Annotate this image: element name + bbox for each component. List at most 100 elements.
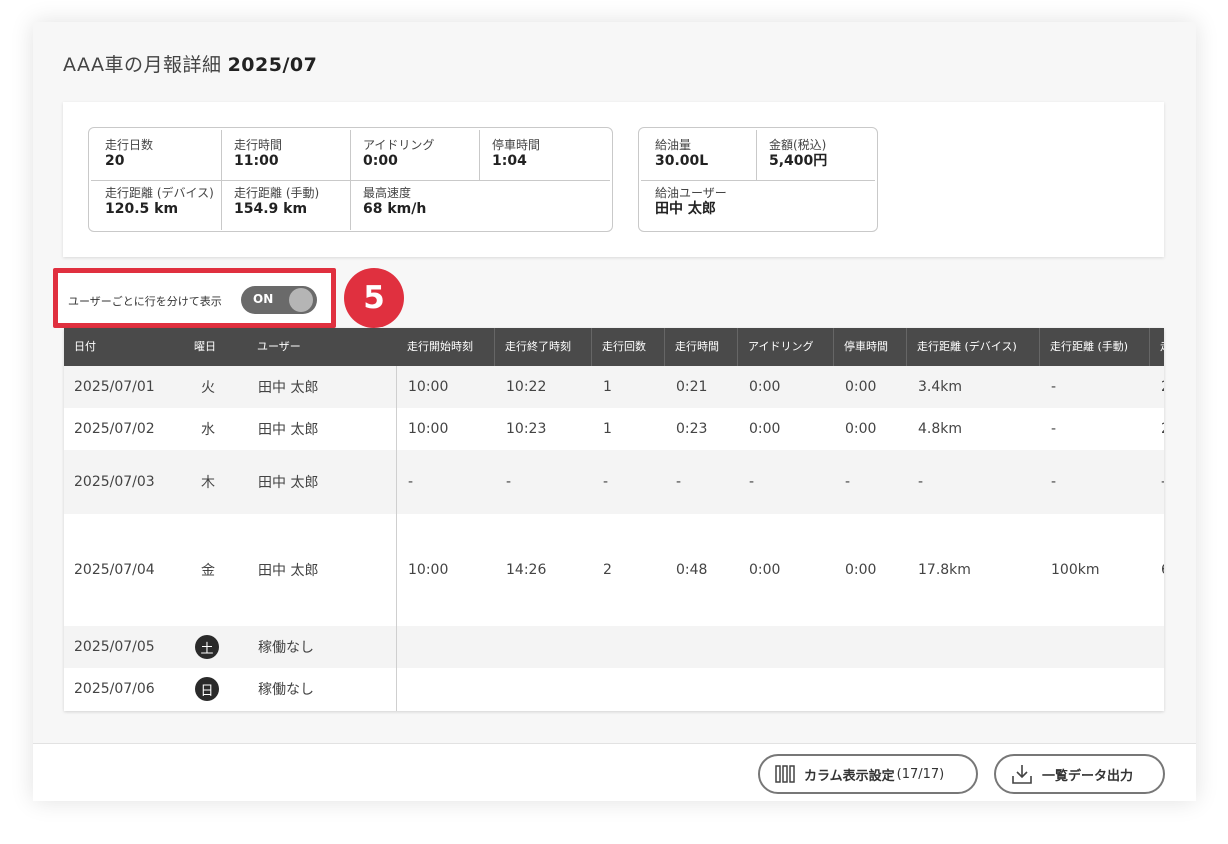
columns-icon: [775, 765, 795, 783]
data-cell: 0:00: [845, 421, 877, 437]
data-cell: 0:48: [676, 562, 708, 578]
page-title: AAA車の月報詳細 2025/07: [63, 50, 317, 77]
data-cell: 10:00: [408, 379, 449, 395]
column-header: ユーザー: [257, 340, 301, 353]
data-cell: -: [749, 474, 755, 490]
footer-bar: カラム表示設定 (17/17) 一覧データ出力: [33, 743, 1196, 801]
data-cell: 10:00: [408, 562, 449, 578]
data-cell: 2: [603, 562, 612, 578]
data-cell: 0:21: [676, 379, 708, 395]
split-by-user-toggle[interactable]: ON: [241, 286, 317, 314]
data-cell: -: [1051, 474, 1057, 490]
user-cell: 田中 太郎: [258, 563, 319, 579]
table-row[interactable]: 2025/07/06 日 稼働なし: [64, 668, 1164, 710]
data-cell: 14:26: [506, 562, 547, 578]
weekday-cell: 金: [201, 563, 215, 579]
column-header: 走行距離 (手動): [1040, 328, 1150, 366]
data-cell: 0:00: [845, 562, 877, 578]
date-cell: 2025/07/05: [74, 639, 155, 655]
column-header: 日付: [74, 340, 96, 353]
table-header: 日付 曜日 ユーザー 走行開始時刻 走行終了時刻 走行回数 走行時間 アイドリング 停車時間 走行…: [64, 328, 1164, 366]
data-cell: 6: [1161, 514, 1164, 626]
weekday-cell: 日: [195, 668, 219, 710]
toggle-label: ユーザーごとに行を分けて表示: [68, 295, 222, 308]
stat-stop-time: 停車時間 1:04: [492, 138, 541, 169]
data-cell: 0:00: [749, 421, 781, 437]
column-header: 走行時間: [665, 328, 738, 366]
table-row[interactable]: 2025/07/01 火 田中 太郎 10:00 10:22 1 0:21 0:00 0:00 3…: [64, 366, 1164, 408]
toggle-knob[interactable]: [289, 288, 313, 312]
stat-max-speed: 最高速度 68 km/h: [363, 186, 427, 217]
data-cell: 100km: [1051, 562, 1100, 578]
step-number-badge: 5: [344, 268, 404, 328]
toggle-state: ON: [253, 292, 274, 306]
data-cell: -: [1051, 379, 1057, 395]
data-cell: 10:22: [506, 379, 547, 395]
stat-fuel-price: 金額(税込) 5,400円: [769, 138, 828, 169]
data-cell: 2: [1161, 366, 1164, 408]
table-row[interactable]: 2025/07/05 土 稼働なし: [64, 626, 1164, 668]
data-cell: 0:23: [676, 421, 708, 437]
data-cell: -: [676, 474, 682, 490]
user-cell: 田中 太郎: [258, 380, 319, 396]
download-icon: [1012, 765, 1032, 784]
data-cell: -: [1161, 450, 1164, 514]
weekday-cell: 火: [201, 380, 215, 396]
export-label: 一覧データ出力: [1042, 768, 1134, 784]
data-cell: 4.8km: [918, 421, 963, 437]
holiday-weekday-badge: 日: [195, 677, 219, 701]
weekday-cell: 木: [201, 475, 215, 491]
date-cell: 2025/07/02: [74, 421, 155, 437]
column-header: 停車時間: [834, 328, 907, 366]
table-row[interactable]: 2025/07/04 金 田中 太郎 10:00 14:26 2 0:48 0:00 0:00 1…: [64, 514, 1164, 626]
weekday-cell: 土: [195, 626, 219, 668]
fuel-summary-card: 給油量 30.00L 金額(税込) 5,400円 給油ユーザー 田中 太郎: [638, 127, 878, 232]
data-cell: -: [1051, 421, 1057, 437]
date-cell: 2025/07/06: [74, 681, 155, 697]
data-cell: 1: [603, 379, 612, 395]
date-cell: 2025/07/01: [74, 379, 155, 395]
data-cell: 17.8km: [918, 562, 971, 578]
data-cell: 1: [603, 421, 612, 437]
column-header: 走行回数: [592, 328, 665, 366]
data-cell: 3.4km: [918, 379, 963, 395]
column-header: 走行開始時刻: [397, 328, 495, 366]
data-cell: 10:23: [506, 421, 547, 437]
column-header: 走: [1150, 328, 1164, 366]
export-button[interactable]: 一覧データ出力: [994, 754, 1165, 794]
date-cell: 2025/07/03: [74, 474, 155, 490]
stat-fuel-amount: 給油量 30.00L: [655, 138, 709, 169]
data-cell: 0:00: [749, 562, 781, 578]
data-cell: 10:00: [408, 421, 449, 437]
table-row[interactable]: 2025/07/03 木 田中 太郎 - - - - - - - - -: [64, 450, 1164, 514]
column-settings-button[interactable]: カラム表示設定 (17/17): [758, 754, 978, 794]
column-settings-count: (17/17): [896, 766, 945, 782]
data-cell: 0:00: [749, 379, 781, 395]
page-period: 2025/07: [227, 54, 318, 76]
user-cell: 田中 太郎: [258, 475, 319, 491]
data-cell: -: [918, 474, 924, 490]
page-title-text: AAA車の月報詳細: [63, 54, 222, 76]
summary-panel: 走行日数 20 走行時間 11:00 アイドリング 0:00 停車時間 1:04…: [63, 102, 1164, 257]
data-cell: 2: [1161, 408, 1164, 450]
data-cell: 0:00: [845, 379, 877, 395]
data-cell: -: [603, 474, 609, 490]
stat-drive-time: 走行時間 11:00: [234, 138, 283, 169]
stat-drive-days: 走行日数 20: [105, 138, 154, 169]
fixed-column-divider: [396, 366, 397, 711]
stat-distance-device: 走行距離 (デバイス) 120.5 km: [105, 186, 214, 217]
user-cell: 稼働なし: [258, 640, 314, 656]
stat-distance-manual: 走行距離 (手動) 154.9 km: [234, 186, 320, 217]
date-cell: 2025/07/04: [74, 562, 155, 578]
monthly-table[interactable]: 日付 曜日 ユーザー 走行開始時刻 走行終了時刻 走行回数 走行時間 アイドリング 停車時間 走行…: [64, 328, 1164, 711]
weekday-cell: 水: [201, 422, 215, 438]
stat-idling: アイドリング 0:00: [363, 138, 435, 169]
drive-summary-card: 走行日数 20 走行時間 11:00 アイドリング 0:00 停車時間 1:04…: [88, 127, 613, 232]
column-header: 曜日: [194, 340, 216, 353]
column-settings-label: カラム表示設定: [804, 768, 895, 784]
table-row[interactable]: 2025/07/02 水田中 太郎 10:00 10:23 1 0:23 0:00 0:00 4…: [64, 408, 1164, 450]
data-cell: -: [845, 474, 851, 490]
column-header: 走行距離 (デバイス): [907, 328, 1040, 366]
user-cell: 田中 太郎: [258, 422, 319, 438]
user-cell: 稼働なし: [258, 682, 314, 698]
